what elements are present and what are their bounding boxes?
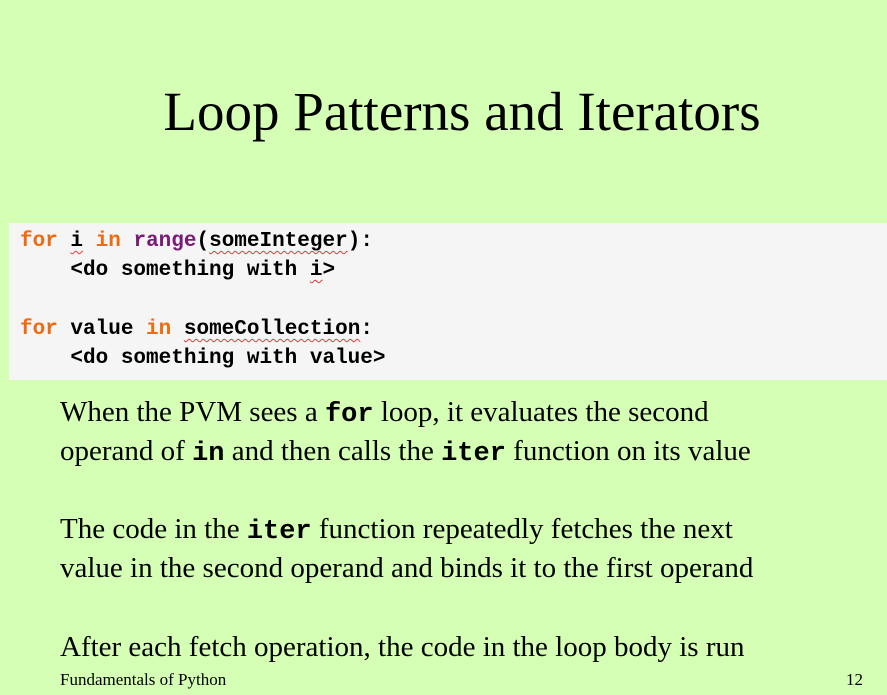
paragraph-text: and then calls the (224, 435, 442, 467)
keyword-for: for (20, 318, 58, 341)
code-body-text: <do something with value> (70, 347, 386, 370)
paragraph-2-line-1: The code in the iter function repeatedly… (60, 510, 733, 552)
inline-code-for: for (324, 400, 374, 430)
builtin-range: range (133, 230, 197, 253)
code-body-close: > (322, 259, 336, 282)
code-line-1: for i in range(someInteger): (20, 229, 373, 255)
code-paren-open: ( (196, 230, 210, 253)
page-number: 12 (846, 670, 863, 689)
collection-name: someCollection (183, 318, 361, 341)
slide-title: Loop Patterns and Iterators (163, 81, 761, 142)
range-argument: someInteger (209, 230, 348, 253)
paragraph-text: operand of (60, 435, 193, 467)
inline-code-iter: iter (246, 517, 312, 547)
keyword-in: in (146, 318, 172, 341)
paragraph-3-line-1: After each fetch operation, the code in … (60, 631, 745, 663)
keyword-in: in (95, 230, 121, 253)
code-colon: : (360, 318, 373, 341)
footer-title: Fundamentals of Python (60, 670, 227, 689)
paragraph-1-line-2: operand of in and then calls the iter fu… (60, 432, 751, 474)
loop-variable: i (70, 230, 84, 253)
paragraph-text: The code in the (60, 513, 247, 545)
code-line-2: <do something with i> (20, 258, 335, 284)
code-block: for i in range(someInteger): <do somethi… (9, 223, 887, 380)
paragraph-text: loop, it evaluates the second (373, 396, 709, 428)
code-paren-close: ): (347, 230, 373, 253)
code-line-3: for value in someCollection: (20, 317, 373, 343)
code-line-4: <do something with value> (20, 346, 385, 372)
paragraph-text: When the PVM sees a (60, 396, 325, 428)
paragraph-2-line-2: value in the second operand and binds it… (60, 552, 754, 584)
body-variable: i (309, 259, 323, 282)
loop-variable: value (70, 318, 134, 341)
paragraph-text: function repeatedly fetches the next (311, 513, 733, 545)
paragraph-text: function on its value (505, 435, 751, 467)
code-body-text: <do something with (70, 259, 310, 282)
paragraph-1-line-1: When the PVM sees a for loop, it evaluat… (60, 393, 709, 435)
keyword-for: for (20, 230, 58, 253)
inline-code-iter: iter (441, 439, 506, 469)
inline-code-in: in (192, 439, 225, 469)
